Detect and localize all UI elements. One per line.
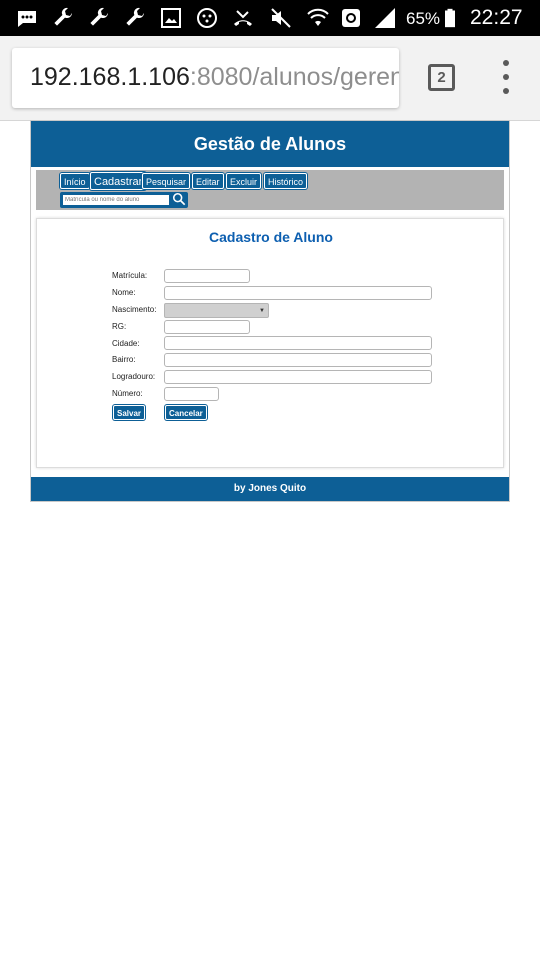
nav-pesquisar[interactable]: Pesquisar (142, 173, 191, 189)
search-icon[interactable] (172, 192, 186, 206)
bairro-field[interactable] (164, 353, 432, 367)
label-bairro: Bairro: (112, 355, 136, 364)
logradouro-field[interactable] (164, 370, 432, 384)
form-title: Cadastro de Aluno (209, 229, 333, 245)
nfc-icon (338, 5, 364, 31)
clock: 22:27 (470, 6, 523, 29)
label-nascimento: Nascimento: (112, 305, 157, 314)
cidade-field[interactable] (164, 336, 432, 350)
face-icon (194, 5, 220, 31)
numero-field[interactable] (164, 387, 219, 401)
label-logradouro: Logradouro: (112, 372, 156, 381)
nav-cadastrar[interactable]: Cadastrar (90, 172, 147, 190)
wifi-icon (305, 5, 331, 31)
save-button[interactable]: Salvar (113, 405, 146, 420)
matricula-field[interactable] (164, 269, 250, 283)
tab-switcher-button[interactable]: 2 (428, 64, 455, 91)
battery-percent: 65% (406, 9, 441, 28)
search-box (60, 192, 188, 208)
browser-toolbar: 192.168.1.106:8080/alunos/geren 2 (0, 36, 540, 120)
url-path: :8080/alunos/geren (189, 63, 399, 91)
nav-editar[interactable]: Editar (192, 173, 224, 189)
search-input[interactable] (63, 195, 169, 205)
nascimento-select[interactable]: ▼ (164, 303, 269, 318)
address-bar[interactable]: 192.168.1.106:8080/alunos/geren (12, 48, 399, 108)
battery-icon (440, 5, 460, 31)
label-nome: Nome: (112, 288, 136, 297)
rg-field[interactable] (164, 320, 250, 334)
url-host: 192.168.1.106 (30, 63, 190, 91)
url-text: 192.168.1.106:8080/alunos/geren (30, 63, 399, 92)
label-cidade: Cidade: (112, 339, 140, 348)
nome-field[interactable] (164, 286, 432, 300)
page-title: Gestão de Alunos (31, 121, 509, 167)
page-container: Gestão de Alunos Início Cadastrar Pesqui… (30, 120, 510, 502)
page-footer: by Jones Quito (31, 477, 509, 501)
cancel-button[interactable]: Cancelar (165, 405, 207, 420)
wrench-icon (50, 5, 76, 31)
missed-call-icon (230, 5, 256, 31)
nav-inicio[interactable]: Início (60, 173, 90, 189)
overflow-menu-icon[interactable] (494, 60, 518, 94)
status-bar: 65% 22:27 (0, 0, 540, 36)
mute-icon (268, 5, 294, 31)
label-numero: Número: (112, 389, 143, 398)
nav-excluir[interactable]: Excluir (226, 173, 262, 189)
wrench-icon (86, 5, 112, 31)
nav-historico[interactable]: Histórico (264, 173, 308, 189)
nav-bar: Início Cadastrar Pesquisar Editar Exclui… (36, 170, 504, 210)
label-rg: RG: (112, 322, 127, 331)
label-matricula: Matrícula: (112, 271, 148, 280)
chat-icon (14, 5, 40, 31)
image-icon (158, 5, 184, 31)
signal-icon (372, 5, 398, 31)
chevron-down-icon: ▼ (259, 308, 265, 314)
form-card: Cadastro de Aluno Matrícula: Nome: Nasci… (36, 218, 504, 468)
wrench-icon (122, 5, 148, 31)
